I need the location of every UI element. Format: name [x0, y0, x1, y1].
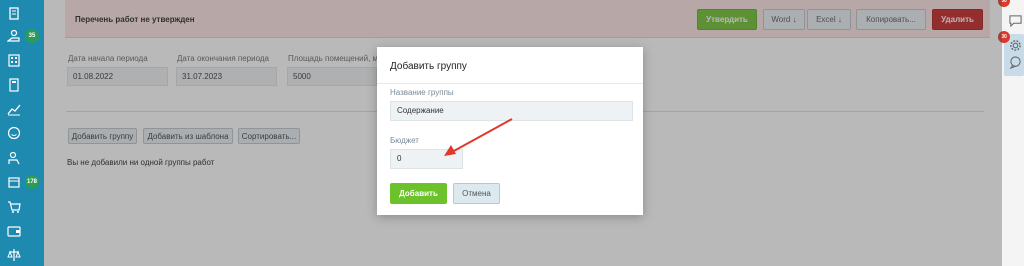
gear-icon[interactable]	[1008, 38, 1022, 52]
dialog-title: Добавить группу	[390, 61, 467, 72]
add-group-dialog: Добавить группу Название группы Содержан…	[377, 47, 643, 215]
chart-icon[interactable]	[6, 101, 22, 117]
worker-icon[interactable]	[6, 150, 22, 166]
left-sidebar: 35 178	[0, 0, 44, 266]
dialog-add-button[interactable]: Добавить	[390, 183, 447, 204]
calendar-icon[interactable]	[6, 174, 22, 190]
group-name-label: Название группы	[390, 88, 454, 97]
sidebar-badge: 35	[25, 29, 39, 43]
files-icon[interactable]	[6, 6, 22, 22]
calculator-icon[interactable]	[6, 77, 22, 93]
cart-icon[interactable]	[6, 199, 22, 215]
building-icon[interactable]	[6, 52, 22, 68]
support-chat-icon[interactable]	[1008, 55, 1022, 69]
smiley-icon[interactable]	[6, 125, 22, 141]
hand-coins-icon[interactable]	[6, 28, 22, 44]
chat-icon[interactable]	[1008, 13, 1022, 27]
sidebar-badge: 178	[25, 175, 39, 189]
budget-label: Бюджет	[390, 136, 419, 145]
dialog-separator	[377, 83, 643, 84]
dialog-cancel-button[interactable]: Отмена	[453, 183, 500, 204]
group-name-input[interactable]: Содержание	[390, 101, 633, 121]
wallet-icon[interactable]	[6, 223, 22, 239]
scales-icon[interactable]	[6, 247, 22, 263]
budget-input[interactable]: 0	[390, 149, 463, 169]
